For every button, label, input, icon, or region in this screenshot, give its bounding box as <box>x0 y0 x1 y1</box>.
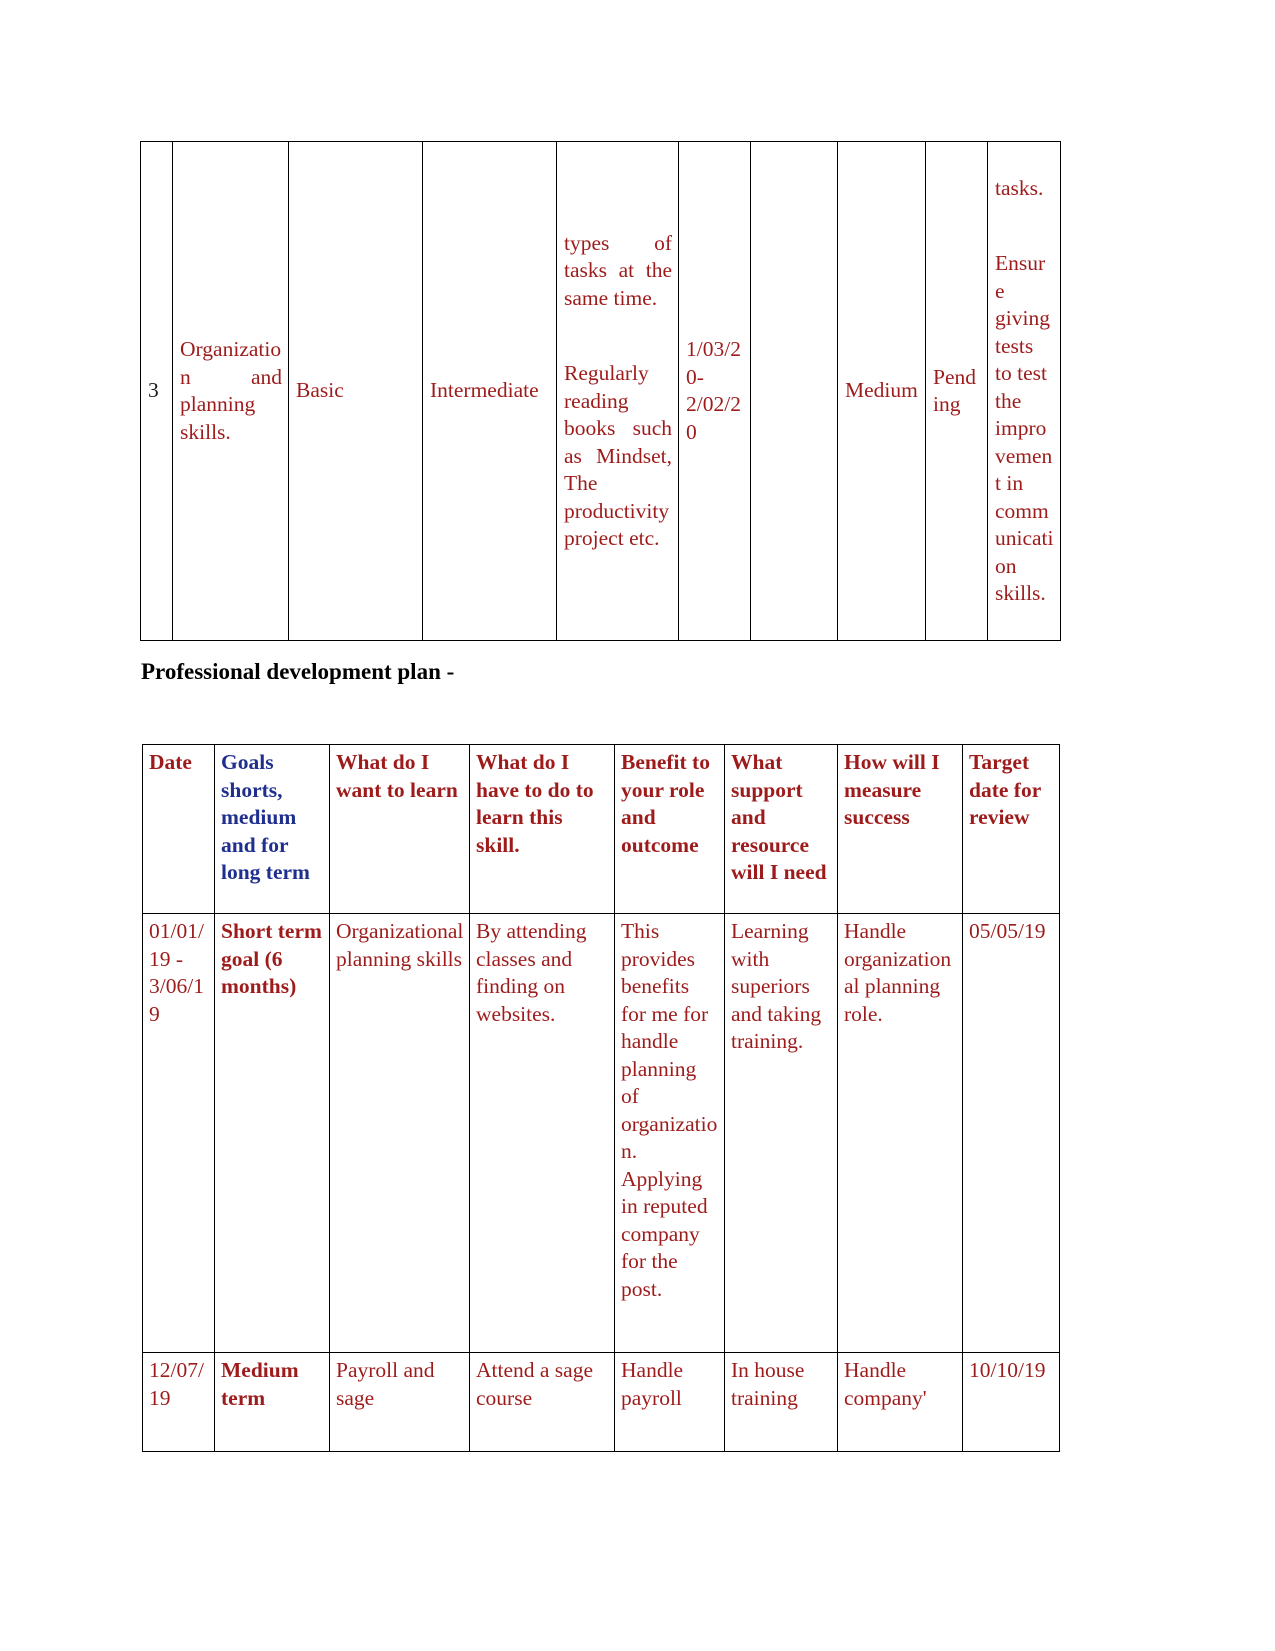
cell-want-to-learn: Organizational planning skills <box>329 913 470 1353</box>
development-activity-top: types of tasks at the same time. <box>564 230 672 310</box>
cell-benefit: This provides benefits for me for handle… <box>614 913 725 1353</box>
professional-development-plan-table: Date Goals shorts, medium and for long t… <box>142 744 1060 1452</box>
empty-column <box>750 141 838 641</box>
cell-date: 01/01/19 - 3/06/19 <box>142 913 215 1353</box>
column-header-target-date: Target date for review <box>962 744 1060 914</box>
cell-how-to-learn: By attending classes and finding on webs… <box>469 913 615 1353</box>
cell-target-date: 05/05/19 <box>962 913 1060 1353</box>
status: Pending <box>925 141 988 641</box>
priority: Medium <box>837 141 926 641</box>
table-row: 01/01/19 - 3/06/19 Short term goal (6 mo… <box>142 913 1060 1353</box>
cell-benefit: Handle payroll <box>614 1352 725 1452</box>
column-header-measure: How will I measure success <box>837 744 963 914</box>
cell-measure: Handle organizational planning role. <box>837 913 963 1353</box>
cell-date: 12/07/19 <box>142 1352 215 1452</box>
column-header-date: Date <box>142 744 215 914</box>
row-index: 3 <box>140 141 173 641</box>
cell-want-to-learn: Payroll and sage <box>329 1352 470 1452</box>
table-header-row: Date Goals shorts, medium and for long t… <box>142 744 1060 914</box>
column-header-goals: Goals shorts, medium and for long term <box>214 744 330 914</box>
cell-measure: Handle company' <box>837 1352 963 1452</box>
skill-name: Organization and planning skills. <box>172 141 289 641</box>
cell-spacer <box>564 312 672 360</box>
evidence: tasks. Ensure giving tests to test the i… <box>987 141 1061 641</box>
column-header-want-to-learn: What do I want to learn <box>329 744 470 914</box>
cell-goal: Medium term <box>214 1352 330 1452</box>
document-page: 3 Organization and planning skills. Basi… <box>0 0 1275 1651</box>
evidence-main: Ensure giving tests to test the improvem… <box>995 251 1054 605</box>
column-header-support: What support and resource will I need <box>724 744 838 914</box>
page-title: Professional development plan - <box>141 659 455 684</box>
cell-how-to-learn: Attend a sage course <box>469 1352 615 1452</box>
target-dates: 1/03/20-2/02/20 <box>678 141 751 641</box>
skills-development-table: 3 Organization and planning skills. Basi… <box>140 141 1061 641</box>
cell-support: In house training <box>724 1352 838 1452</box>
cell-support: Learning with superiors and taking train… <box>724 913 838 1353</box>
table-row: 3 Organization and planning skills. Basi… <box>140 141 1061 641</box>
target-level: Intermediate <box>422 141 557 641</box>
evidence-top: tasks. <box>995 175 1044 200</box>
current-level: Basic <box>288 141 423 641</box>
cell-target-date: 10/10/19 <box>962 1352 1060 1452</box>
table-row: 12/07/19 Medium term Payroll and sage At… <box>142 1352 1060 1452</box>
development-activity-main: Regularly reading books such as Mindset,… <box>564 361 672 550</box>
cell-goal: Short term goal (6 months) <box>214 913 330 1353</box>
column-header-benefit: Benefit to your role and outcome <box>614 744 725 914</box>
column-header-how-to-learn: What do I have to do to learn this skill… <box>469 744 615 914</box>
cell-spacer <box>995 202 1054 250</box>
development-activity: types of tasks at the same time. Regular… <box>556 141 679 641</box>
